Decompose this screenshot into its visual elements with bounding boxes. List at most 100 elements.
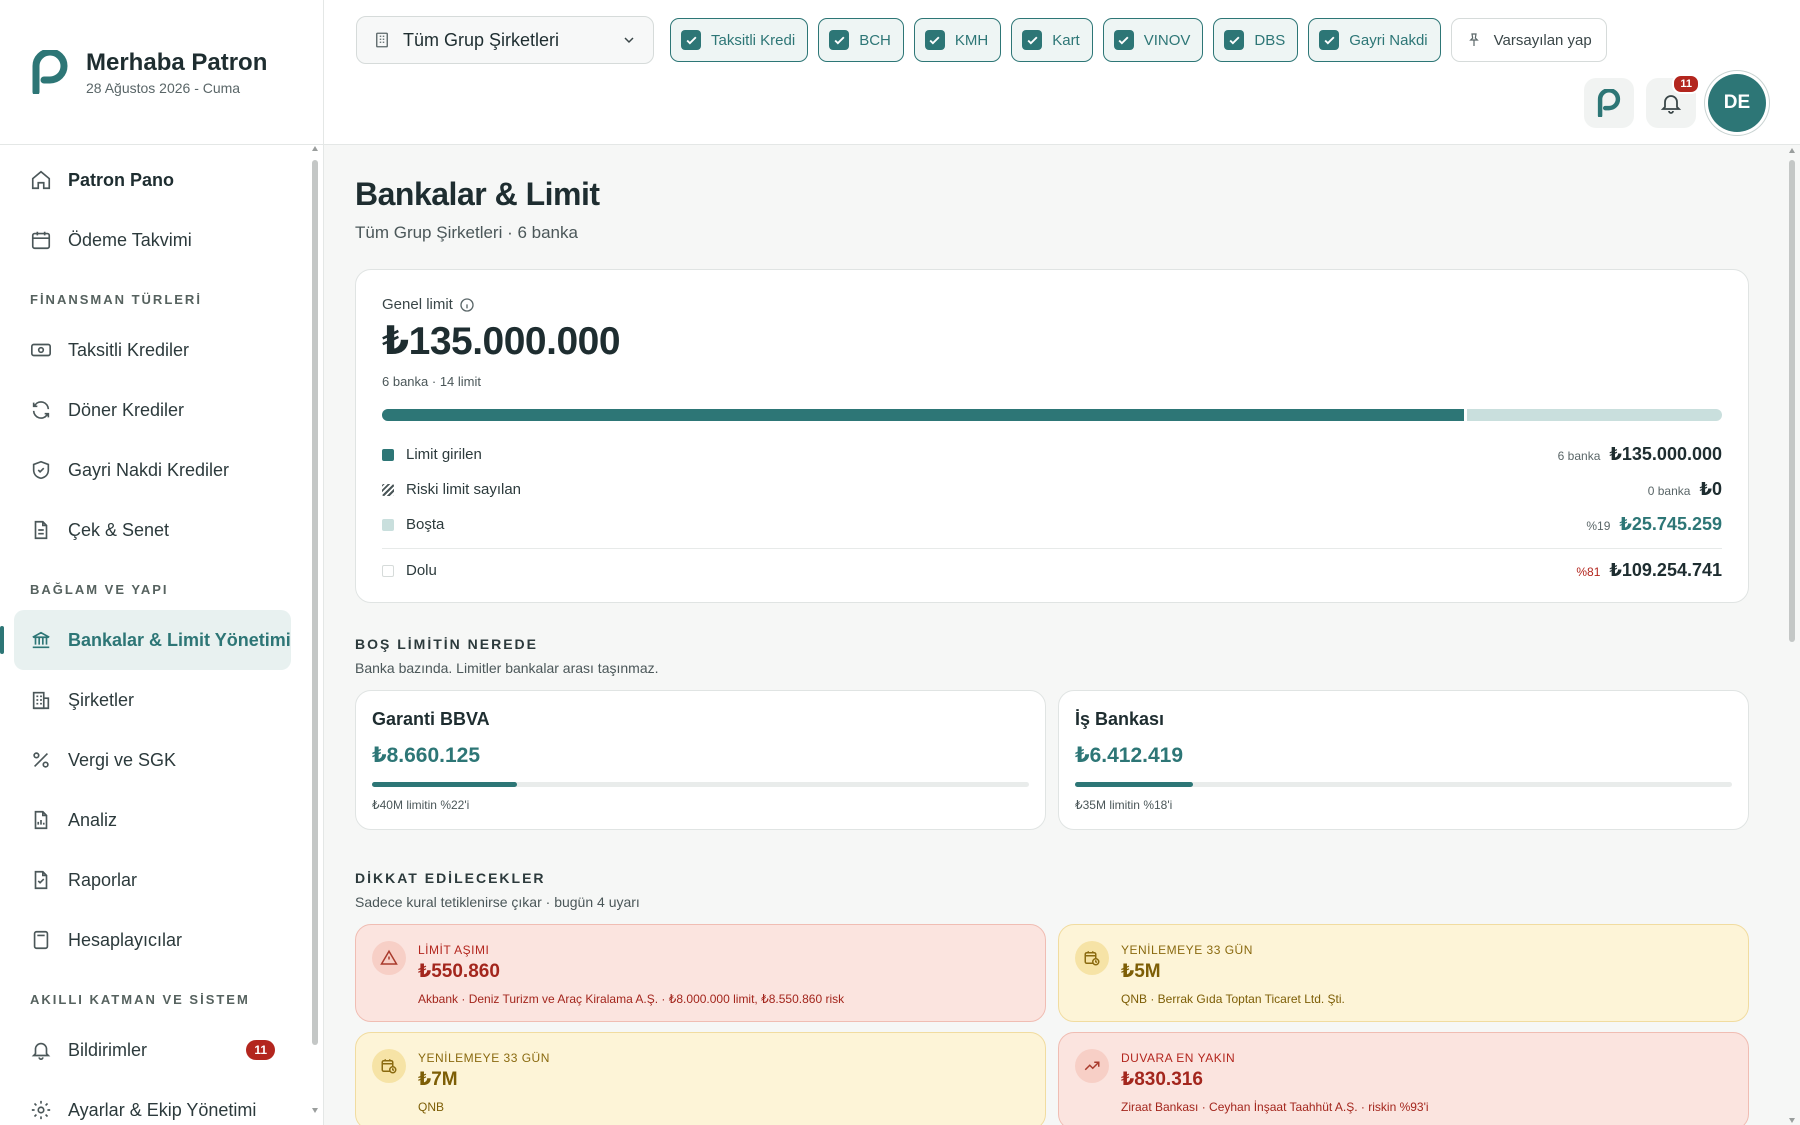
sidebar-item-vergi-sgk[interactable]: Vergi ve SGK: [14, 730, 291, 790]
bell-icon: [1660, 95, 1682, 114]
calendar-clock-icon: [1075, 941, 1109, 975]
sidebar-item-bildirimler[interactable]: Bildirimler 11: [14, 1020, 291, 1080]
set-default-button[interactable]: Varsayılan yap: [1450, 18, 1607, 62]
sidebar-item-patron-pano[interactable]: Patron Pano: [14, 150, 291, 210]
legend-amount: ₺25.745.259: [1619, 514, 1722, 534]
avatar[interactable]: DE: [1708, 74, 1766, 132]
sidebar-scroll-thumb[interactable]: [312, 160, 318, 1045]
main-scroll-thumb[interactable]: [1789, 160, 1795, 642]
sidebar-item-bankalar-limit[interactable]: Bankalar & Limit Yönetimi: [0, 610, 291, 670]
sidebar-section-title: FİNANSMAN TÜRLERİ: [30, 292, 202, 307]
notifications-button[interactable]: 11: [1646, 74, 1700, 128]
alert-amount: ₺550.860: [418, 961, 500, 982]
alert-card-yenileme-1[interactable]: YENİLEMEYE 33 GÜN ₺5M QNB · Berrak Gıda …: [1058, 924, 1749, 1022]
refresh-icon: [32, 401, 50, 419]
legend-note: %19: [1586, 519, 1611, 533]
overall-limit-label: Genel limit: [382, 296, 453, 313]
alert-amount: ₺830.316: [1121, 1069, 1203, 1090]
info-icon[interactable]: [459, 297, 475, 313]
notification-count-badge: 11: [1672, 74, 1700, 94]
sidebar-item-taksitli-krediler[interactable]: Taksitli Krediler: [14, 320, 291, 380]
limit-usage-fill: [382, 409, 1468, 421]
alert-kicker: LİMİT AŞIMI: [418, 943, 490, 957]
bank-card-garanti[interactable]: Garanti BBVA ₺8.660.125 ₺40M limitin %22…: [355, 690, 1046, 830]
sidebar-item-label: Ayarlar & Ekip Yönetimi: [68, 1099, 257, 1120]
overall-limit-value: ₺135.000.000: [382, 320, 621, 363]
bank-name: İş Bankası: [1075, 709, 1165, 729]
sidebar-item-ayarlar[interactable]: Ayarlar & Ekip Yönetimi: [14, 1080, 291, 1125]
filter-chip-gayri-nakdi[interactable]: Gayri Nakdi: [1308, 18, 1441, 62]
set-default-label: Varsayılan yap: [1493, 31, 1592, 49]
percent-icon: [33, 752, 49, 768]
company-select[interactable]: Tüm Grup Şirketleri: [356, 16, 654, 64]
sidebar-item-doner-krediler[interactable]: Döner Krediler: [14, 380, 291, 440]
sidebar-item-hesaplayicilar[interactable]: Hesaplayıcılar: [14, 910, 291, 970]
alert-kicker: YENİLEMEYE 33 GÜN: [1121, 943, 1253, 957]
alert-card-yenileme-2[interactable]: YENİLEMEYE 33 GÜN ₺7M QNB: [355, 1032, 1046, 1125]
sidebar-item-sirketler[interactable]: Şirketler: [14, 670, 291, 730]
scroll-down-arrow-icon[interactable]: [312, 1108, 318, 1113]
filter-chip-label: VINOV: [1143, 31, 1191, 49]
trend-up-icon: [1075, 1049, 1109, 1083]
sidebar-item-label: Döner Krediler: [68, 399, 185, 420]
alerts-grid: LİMİT AŞIMI ₺550.860 Akbank · Deniz Turi…: [355, 924, 1749, 1125]
legend-label: Limit girilen: [406, 446, 482, 463]
filter-chip-dbs[interactable]: DBS: [1213, 18, 1299, 62]
sidebar-item-label: Raporlar: [68, 869, 138, 890]
sidebar-item-raporlar[interactable]: Raporlar: [14, 850, 291, 910]
scroll-down-arrow-icon[interactable]: [1789, 1118, 1795, 1123]
alert-description: Akbank · Deniz Turizm ve Araç Kiralama A…: [418, 992, 845, 1006]
bank-free-limit-grid: Garanti BBVA ₺8.660.125 ₺40M limitin %22…: [355, 690, 1749, 830]
alert-amount: ₺7M: [418, 1069, 458, 1090]
filter-chip-taksitli-kredi[interactable]: Taksitli Kredi: [670, 18, 809, 62]
checkbox-checked-icon: [1113, 30, 1134, 50]
sidebar-item-odeme-takvimi[interactable]: Ödeme Takvimi: [14, 210, 291, 270]
topbar-actions: 11 DE: [1584, 74, 1766, 132]
pin-icon: [1468, 33, 1479, 46]
chart-file-icon: [34, 810, 48, 830]
brand-date: 28 Ağustos 2026 - Cuma: [86, 79, 241, 96]
bank-free-amount: ₺8.660.125: [372, 744, 481, 767]
sidebar-item-label: Bildirimler: [68, 1039, 148, 1060]
sidebar-item-label: Analiz: [68, 809, 118, 830]
sidebar-section-title: AKILLI KATMAN VE SİSTEM: [30, 992, 250, 1007]
brand-logo-icon: [1597, 89, 1621, 117]
checkbox-checked-icon: [681, 30, 701, 50]
checkbox-checked-icon: [924, 30, 945, 50]
chevron-down-icon: [624, 37, 634, 44]
calendar-clock-icon: [372, 1049, 406, 1083]
bank-card-is-bankasi[interactable]: İş Bankası ₺6.412.419 ₺35M limitin %18'i: [1058, 690, 1749, 830]
scroll-up-arrow-icon[interactable]: [312, 146, 318, 151]
bank-name: Garanti BBVA: [372, 709, 490, 729]
checkbox-checked-icon: [1224, 30, 1245, 50]
filter-chip-kmh[interactable]: KMH: [913, 18, 1002, 62]
sidebar-scrollbar[interactable]: [311, 146, 319, 1115]
scroll-up-arrow-icon[interactable]: [1789, 148, 1795, 153]
legend-note: 0 banka: [1647, 484, 1691, 498]
filter-chip-vinov[interactable]: VINOV: [1102, 18, 1204, 62]
sidebar-item-label: Ödeme Takvimi: [68, 229, 192, 250]
shield-check-icon: [32, 460, 50, 480]
sidebar-item-gayri-nakdi-krediler[interactable]: Gayri Nakdi Krediler: [14, 440, 291, 500]
alert-card-duvara-en-yakin[interactable]: DUVARA EN YAKIN ₺830.316 Ziraat Bankası …: [1058, 1032, 1749, 1125]
filter-chip-bch[interactable]: BCH: [818, 18, 904, 62]
page-title: Bankalar & Limit: [355, 176, 600, 212]
bank-free-bar-fill: [1075, 782, 1194, 787]
sidebar-item-label: Çek & Senet: [68, 519, 170, 540]
sidebar-item-analiz[interactable]: Analiz: [14, 790, 291, 850]
brand-home-button[interactable]: [1584, 78, 1634, 128]
warning-icon: [372, 941, 406, 975]
brand-title: Merhaba Patron: [86, 48, 268, 76]
building-icon: [32, 691, 50, 710]
attention-section-subtitle: Sadece kural tetiklenirse çıkar · bugün …: [355, 894, 640, 910]
product-filter-chips: Taksitli Kredi BCH KMH Kart VINOV DBS Ga…: [670, 18, 1607, 62]
page-subtitle: Tüm Grup Şirketleri · 6 banka: [355, 223, 578, 242]
legend-row-limit-girilen: Limit girilen 6 banka ₺135.000.000: [382, 437, 1722, 472]
alert-kicker: YENİLEMEYE 33 GÜN: [418, 1051, 550, 1065]
main-scrollbar[interactable]: [1788, 146, 1796, 1125]
sidebar-item-cek-senet[interactable]: Çek & Senet: [14, 500, 291, 560]
legend-amount: ₺109.254.741: [1609, 560, 1722, 580]
alert-card-limit-asimi[interactable]: LİMİT AŞIMI ₺550.860 Akbank · Deniz Turi…: [355, 924, 1046, 1022]
filter-chip-kart[interactable]: Kart: [1011, 18, 1093, 62]
legend-row-riski-limit: Riski limit sayılan 0 banka ₺0: [382, 472, 1722, 507]
